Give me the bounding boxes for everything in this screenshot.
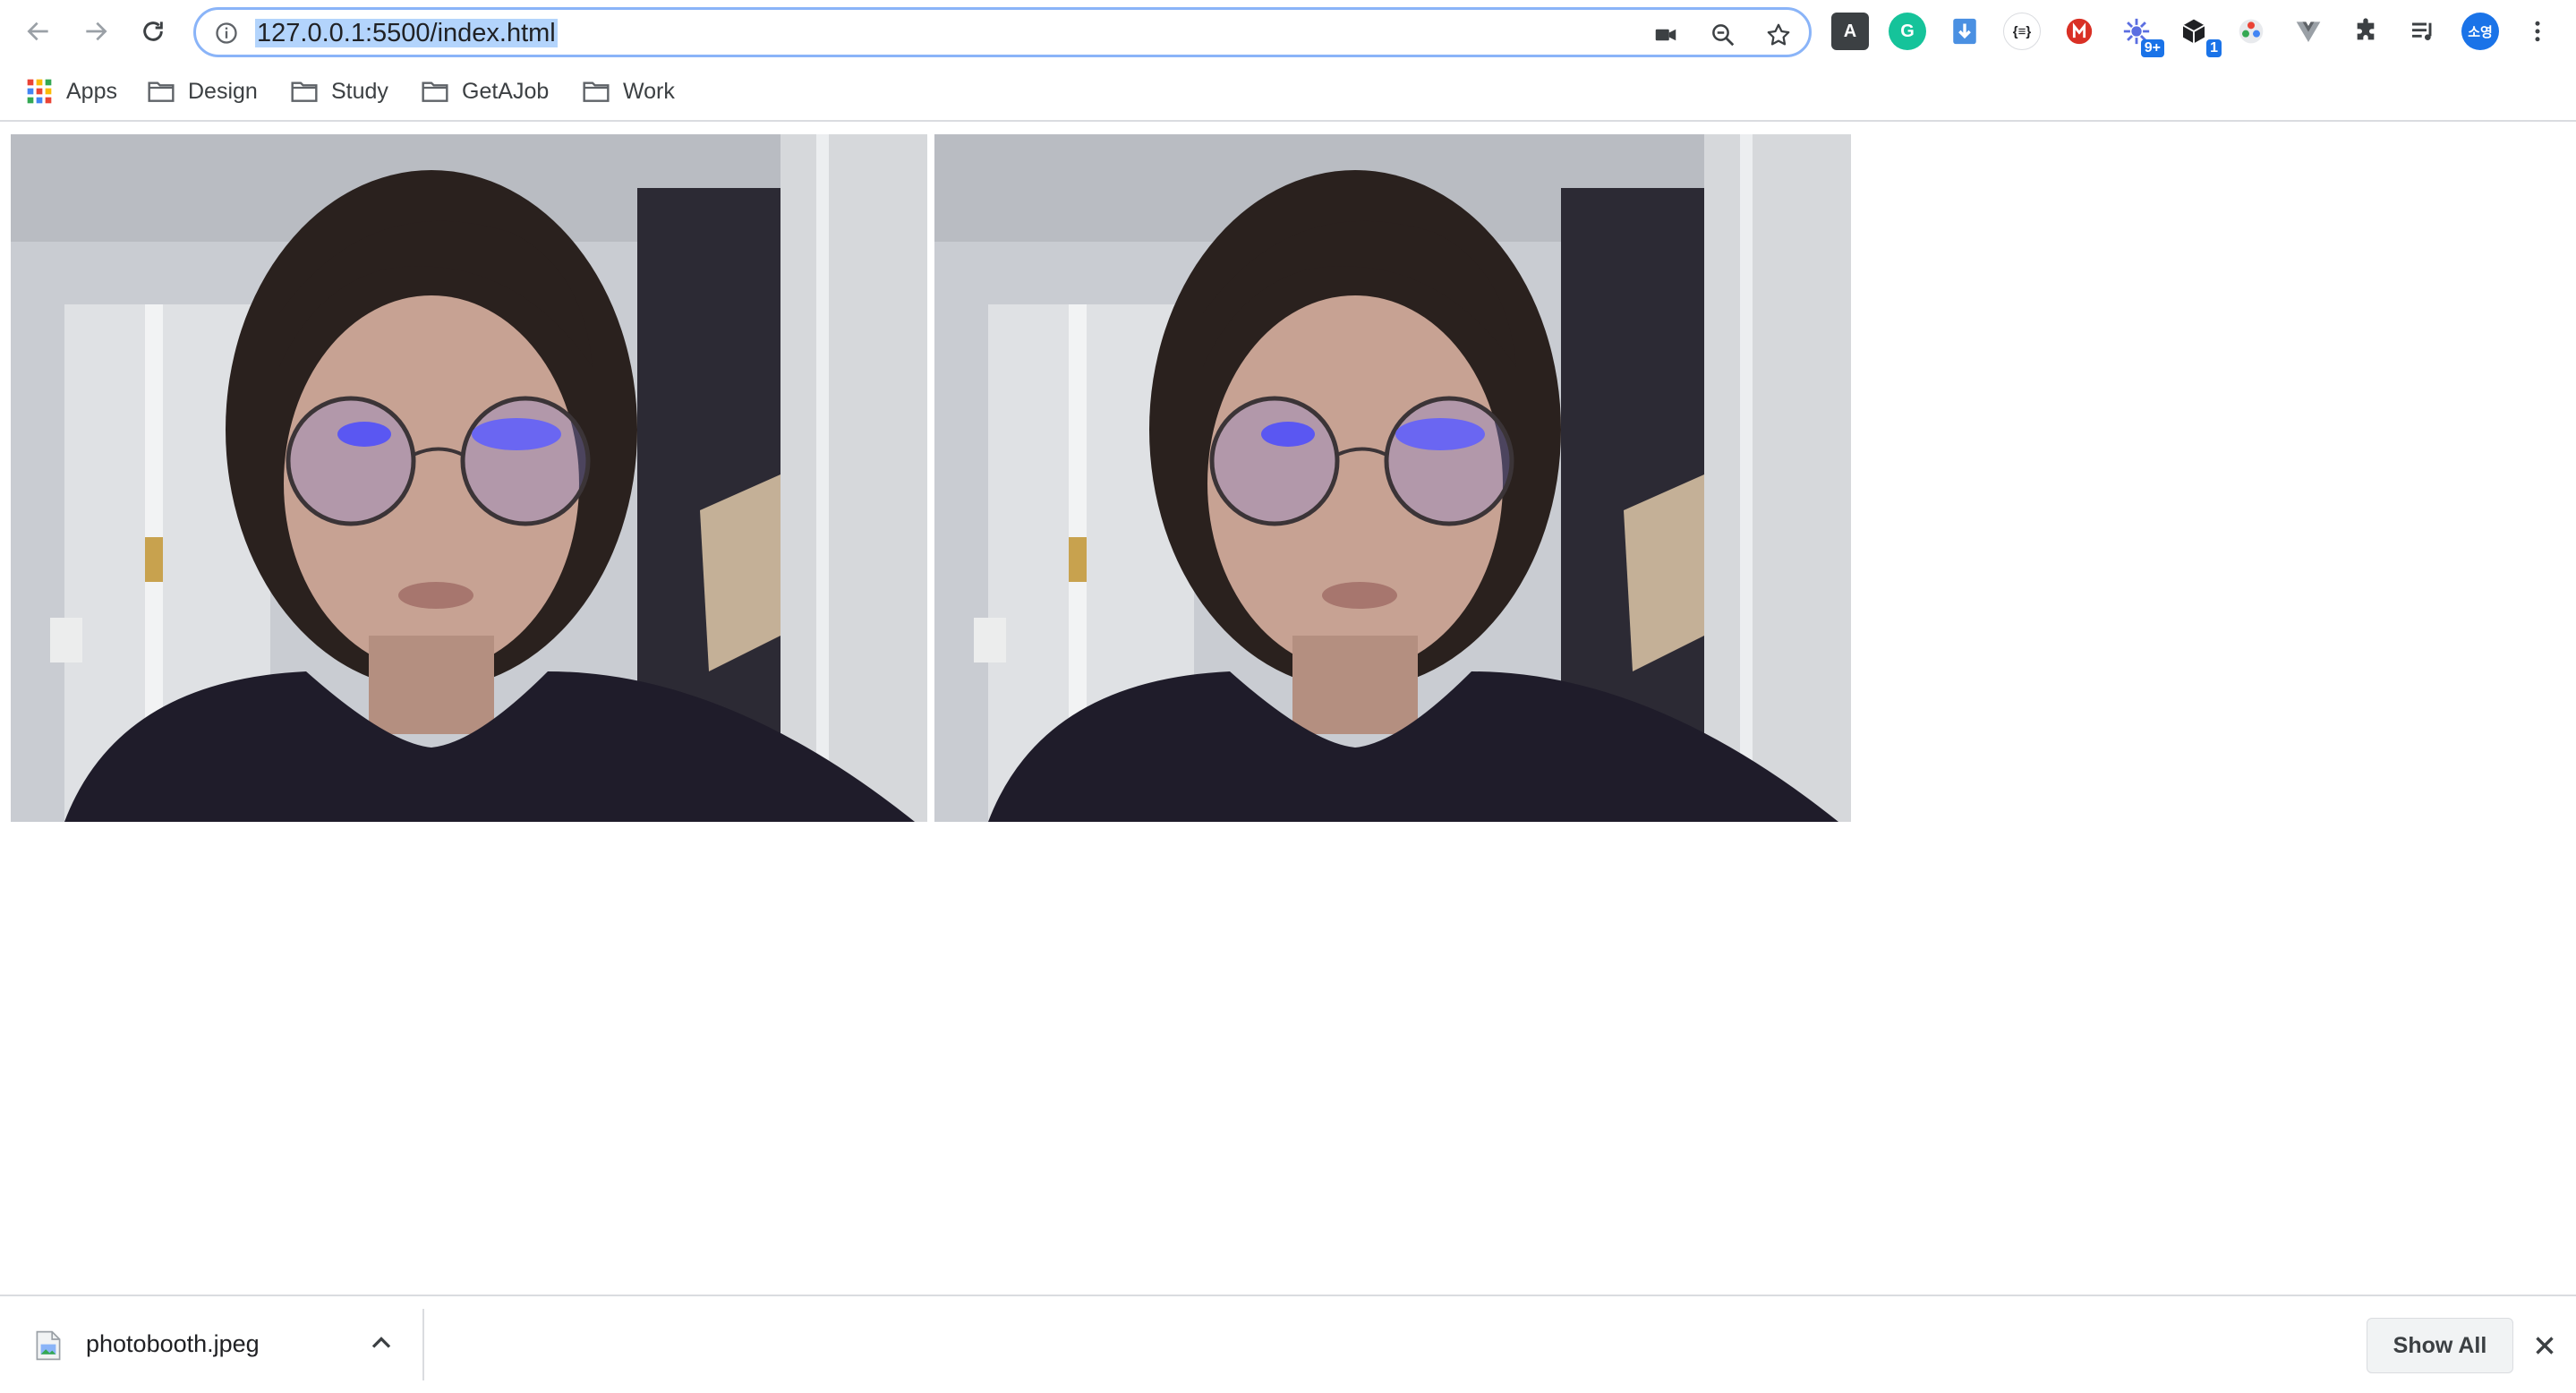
color-picker-icon[interactable] (2232, 13, 2270, 50)
back-arrow-icon (27, 21, 48, 41)
webcam-video (11, 134, 927, 822)
bookmark-getajob[interactable]: GetAJob (421, 73, 549, 109)
back-button[interactable] (18, 11, 59, 52)
download-shelf: photobooth.jpeg Show All (0, 1295, 2576, 1393)
forward-arrow-icon (86, 21, 107, 41)
vue-devtools-icon[interactable] (2290, 13, 2327, 50)
folder-icon (291, 81, 318, 102)
vertical-dots-icon (2535, 21, 2540, 42)
page-content (0, 124, 2576, 1295)
video-camera-icon (1655, 29, 1676, 41)
folder-icon (422, 81, 448, 102)
url-text[interactable]: 127.0.0.1:5500/index.html (255, 18, 558, 48)
close-icon[interactable] (2529, 1330, 2560, 1361)
zoom-out-icon (1712, 24, 1735, 47)
json-viewer-icon[interactable]: {≡} (2003, 13, 2041, 50)
address-bar[interactable]: 127.0.0.1:5500/index.html (193, 7, 1812, 57)
bookmark-work[interactable]: Work (582, 73, 675, 109)
cube-ext-icon[interactable]: 1 (2175, 13, 2222, 57)
bookmark-design[interactable]: Design (147, 73, 258, 109)
captured-photo (934, 134, 1851, 822)
menu-button[interactable] (2519, 13, 2556, 50)
browser-toolbar: 127.0.0.1:5500/index.html A G {≡} 9+ 1 소… (0, 0, 2576, 63)
portrait-photo (934, 134, 1851, 822)
bookmark-star-button[interactable] (1762, 19, 1795, 51)
portrait-photo (11, 134, 927, 822)
red-ext-icon[interactable] (2060, 13, 2098, 50)
folder-icon (583, 81, 610, 102)
media-control-icon[interactable] (2404, 13, 2442, 50)
zoom-button[interactable] (1707, 19, 1739, 51)
puzzle-icon[interactable] (2347, 13, 2384, 50)
bookmarks-bar: Apps Design Study GetAJob Work (0, 63, 2576, 122)
download-file-name[interactable]: photobooth.jpeg (86, 1330, 260, 1358)
apps-grid-icon (27, 79, 52, 104)
profile-avatar[interactable]: 소영 (2461, 13, 2499, 50)
dictionary-icon[interactable]: A (1831, 13, 1869, 50)
reload-button[interactable] (132, 11, 174, 52)
bookmark-study[interactable]: Study (290, 73, 388, 109)
bookmark-apps[interactable]: Apps (25, 73, 117, 109)
chevron-up-icon[interactable] (365, 1327, 397, 1359)
shelf-divider (422, 1309, 424, 1380)
info-icon[interactable] (214, 21, 239, 46)
blue-ext-icon[interactable]: 9+ (2118, 13, 2164, 57)
download-item[interactable]: photobooth.jpeg (0, 1296, 422, 1393)
grammarly-icon[interactable]: G (1889, 13, 1926, 50)
forward-button[interactable] (75, 11, 116, 52)
camera-in-use-button[interactable] (1650, 19, 1682, 51)
star-icon (1767, 23, 1790, 46)
reload-icon (143, 21, 163, 41)
show-all-button[interactable]: Show All (2367, 1318, 2513, 1373)
folder-icon (148, 81, 175, 102)
image-file-icon (36, 1330, 61, 1361)
download-arrow-icon[interactable] (1946, 13, 1983, 50)
